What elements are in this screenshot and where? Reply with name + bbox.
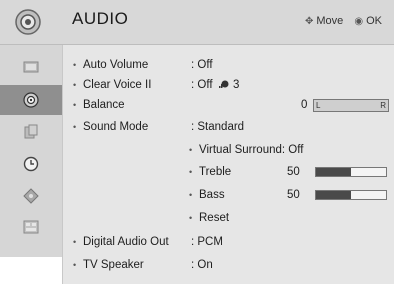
balance-left-label: L [316, 101, 321, 110]
menu-item-sound-mode[interactable]: • Sound Mode [73, 117, 148, 137]
treble-slider[interactable] [315, 167, 387, 177]
move-hint: ✥ Move [305, 15, 343, 27]
sidebar-item-time[interactable] [0, 149, 62, 179]
voice-level-icon [218, 80, 229, 88]
tv-speaker-value: : On [191, 259, 213, 271]
sound-mode-value: : Standard [191, 121, 245, 133]
virtual-surround-value: : Off [281, 144, 304, 156]
menu-header: AUDIO ✥ Move ◉ OK [0, 0, 394, 45]
navigation-hints: ✥ Move ◉ OK [297, 15, 382, 27]
bass-slider-fill [316, 191, 351, 199]
menu-item-treble[interactable]: • Treble [189, 162, 231, 182]
menu-item-label: Balance [83, 99, 125, 111]
option-icon [23, 220, 39, 234]
ok-button-icon: ◉ [354, 16, 364, 27]
lock-icon [23, 188, 39, 204]
setup-icon [24, 124, 38, 139]
digital-audio-out-value: : PCM [191, 236, 223, 248]
bullet-icon: • [189, 213, 193, 223]
clear-voice-state: : Off [191, 79, 213, 91]
menu-item-balance[interactable]: • Balance [73, 95, 125, 115]
menu-item-label: Clear Voice II [83, 79, 152, 91]
clock-icon [23, 156, 39, 172]
audio-speaker-icon [23, 92, 39, 108]
bullet-icon: • [73, 60, 77, 70]
menu-item-label: Sound Mode [83, 121, 149, 133]
sidebar-item-picture[interactable] [0, 53, 62, 83]
balance-slider[interactable]: L R [313, 99, 389, 112]
menu-item-clear-voice[interactable]: • Clear Voice II [73, 75, 151, 95]
menu-item-label: Bass [199, 189, 225, 201]
ok-hint: ◉ OK [354, 15, 382, 27]
bullet-icon: • [189, 145, 193, 155]
audio-speaker-icon [15, 9, 41, 35]
move-hint-label: Move [316, 15, 344, 27]
menu-item-label: Reset [199, 212, 230, 224]
clear-voice-value: : Off 3 [191, 75, 239, 95]
clear-voice-level: 3 [232, 79, 240, 91]
sidebar-item-option[interactable] [0, 213, 62, 243]
menu-item-label: TV Speaker [83, 259, 144, 271]
treble-slider-fill [316, 168, 351, 176]
bullet-icon: • [73, 237, 77, 247]
menu-item-label: Virtual Surround [199, 144, 282, 156]
sidebar-item-setup[interactable] [0, 117, 62, 147]
menu-item-virtual-surround[interactable]: • Virtual Surround: Off [189, 140, 303, 160]
bullet-icon: • [73, 100, 77, 110]
bullet-icon: • [189, 167, 193, 177]
auto-volume-value: : Off [191, 59, 213, 71]
menu-item-digital-audio-out[interactable]: • Digital Audio Out [73, 232, 169, 252]
menu-item-label: Treble [199, 166, 232, 178]
treble-value: 50 [287, 166, 300, 178]
dpad-icon: ✥ [305, 16, 314, 27]
bullet-icon: • [73, 122, 77, 132]
ok-hint-label: OK [366, 15, 382, 27]
sidebar-item-audio[interactable] [0, 85, 62, 115]
menu-item-label: Auto Volume [83, 59, 149, 71]
menu-item-label: Digital Audio Out [83, 236, 169, 248]
page-title: AUDIO [72, 9, 129, 28]
bass-slider[interactable] [315, 190, 387, 200]
picture-icon [23, 61, 39, 73]
menu-item-bass[interactable]: • Bass [189, 185, 225, 205]
bullet-icon: • [73, 260, 77, 270]
menu-item-tv-speaker[interactable]: • TV Speaker [73, 255, 144, 275]
menu-item-auto-volume[interactable]: • Auto Volume [73, 55, 148, 75]
balance-right-label: R [380, 101, 386, 110]
bullet-icon: • [189, 190, 193, 200]
sidebar-item-lock[interactable] [0, 181, 62, 211]
balance-value: 0 [301, 99, 308, 111]
category-sidebar [0, 45, 62, 257]
menu-item-reset[interactable]: • Reset [189, 208, 229, 228]
bass-value: 50 [287, 189, 300, 201]
bullet-icon: • [73, 80, 77, 90]
audio-menu-panel: • Auto Volume : Off • Clear Voice II : Off… [62, 45, 394, 284]
